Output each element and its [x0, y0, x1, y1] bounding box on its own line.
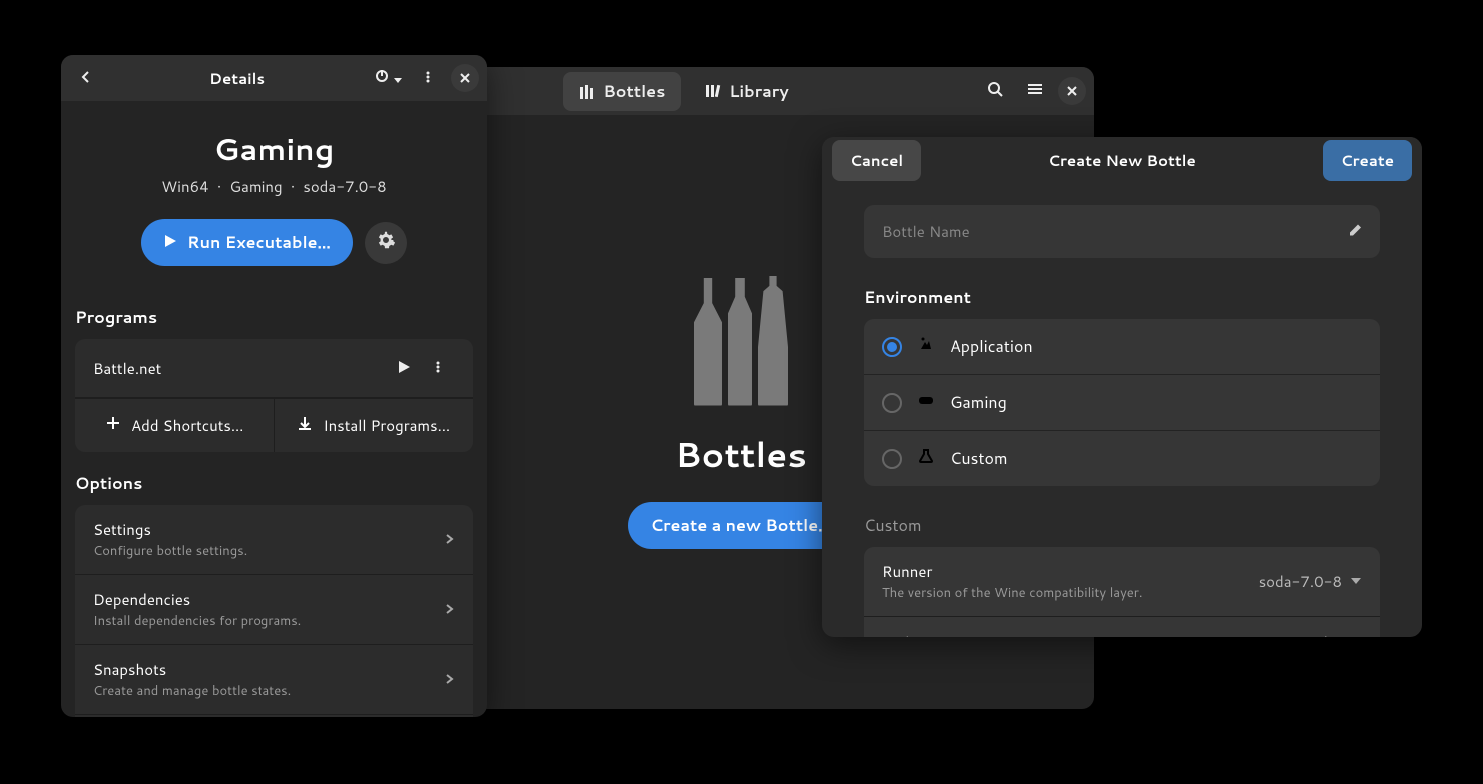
main-close-button[interactable] [1058, 77, 1086, 105]
dialog-title: Create New Bottle [1048, 150, 1196, 171]
search-button[interactable] [978, 74, 1012, 108]
gamepad-icon [918, 391, 934, 414]
details-title: Details [209, 68, 265, 89]
bottle-subtitle: Win64 · Gaming · soda-7.0-8 [75, 176, 473, 197]
radio-off-icon [882, 449, 902, 469]
close-icon [1066, 81, 1078, 102]
bottle-name: Gaming [75, 127, 473, 170]
runner-row[interactable]: Runner The version of the Wine compatibi… [864, 547, 1380, 617]
new-bottle-dialog: Cancel Create New Bottle Create Environm… [822, 137, 1422, 637]
main-menu-button[interactable] [1018, 74, 1052, 108]
chevron-right-icon [443, 668, 455, 691]
play-icon [163, 231, 177, 254]
create-bottle-button[interactable]: Create a new Bottle… [628, 502, 853, 549]
dialog-headerbar: Cancel Create New Bottle Create [822, 137, 1422, 183]
application-icon [918, 335, 934, 358]
radio-off-icon [882, 393, 902, 413]
env-header: Environment [864, 286, 1380, 309]
bottles-icon [579, 83, 595, 99]
chevron-right-icon [443, 598, 455, 621]
env-list: Application Gaming Custom [864, 319, 1380, 486]
details-headerbar: Details [61, 55, 487, 101]
main-headerbar: Bottles Library [388, 67, 1094, 115]
tab-bottles-label: Bottles [603, 80, 665, 103]
option-row[interactable]: Task ManagerManage running programs. [75, 715, 473, 717]
env-application[interactable]: Application [864, 319, 1380, 375]
details-close-button[interactable] [451, 64, 479, 92]
tab-library[interactable]: Library [689, 72, 804, 111]
chevron-down-icon [1350, 631, 1362, 637]
cancel-button[interactable]: Cancel [832, 140, 921, 181]
programs-header: Programs [75, 306, 473, 329]
download-icon [297, 415, 313, 436]
hamburger-icon [1027, 81, 1043, 102]
details-more-button[interactable] [411, 61, 445, 95]
option-row[interactable]: SettingsConfigure bottle settings. [75, 505, 473, 575]
bottle-prefs-button[interactable] [365, 222, 407, 264]
custom-list: Runner The version of the Wine compatibi… [864, 547, 1380, 637]
bottle-name-field[interactable] [864, 205, 1380, 258]
plus-icon [105, 415, 121, 436]
power-menu-button[interactable] [371, 61, 405, 95]
empty-title: Bottles [675, 430, 807, 478]
chevron-left-icon [79, 68, 93, 89]
gear-icon [377, 231, 395, 254]
library-icon [705, 83, 721, 99]
option-row[interactable]: SnapshotsCreate and manage bottle states… [75, 645, 473, 715]
dots-vertical-icon [431, 358, 445, 379]
chevron-right-icon [443, 528, 455, 551]
details-window: Details Gaming Win64 · Gaming · soda-7.0… [61, 55, 487, 717]
run-executable-button[interactable]: Run Executable… [141, 219, 353, 266]
tab-library-label: Library [729, 80, 788, 103]
program-row[interactable]: Battle.net [75, 339, 473, 398]
options-list: SettingsConfigure bottle settings.Depend… [75, 505, 473, 717]
power-icon [374, 68, 390, 89]
program-play-button[interactable] [387, 351, 421, 385]
env-custom[interactable]: Custom [864, 431, 1380, 486]
flask-icon [918, 447, 934, 470]
tab-bottles[interactable]: Bottles [563, 72, 681, 111]
install-programs-button[interactable]: Install Programs… [275, 399, 474, 452]
close-icon [459, 68, 471, 89]
add-shortcuts-button[interactable]: Add Shortcuts… [75, 399, 275, 452]
radio-on-icon [882, 337, 902, 357]
programs-list: Battle.net Add Shortcuts… Install Progra… [75, 339, 473, 452]
env-gaming[interactable]: Gaming [864, 375, 1380, 431]
details-hero: Gaming Win64 · Gaming · soda-7.0-8 Run E… [61, 101, 487, 286]
chevron-down-icon [394, 68, 402, 89]
bottle-name-input[interactable] [864, 205, 1380, 258]
back-button[interactable] [69, 61, 103, 95]
search-icon [987, 81, 1003, 102]
program-more-button[interactable] [421, 351, 455, 385]
dots-vertical-icon [421, 68, 435, 89]
chevron-down-icon [1350, 570, 1362, 593]
bottles-empty-icon [694, 276, 788, 406]
custom-header: Custom [864, 514, 1380, 537]
architecture-row[interactable]: Architecture 64-bit [864, 617, 1380, 637]
play-icon [397, 358, 411, 379]
option-row[interactable]: DependenciesInstall dependencies for pro… [75, 575, 473, 645]
options-header: Options [75, 472, 473, 495]
create-button[interactable]: Create [1323, 140, 1412, 181]
pencil-icon [1348, 220, 1364, 243]
